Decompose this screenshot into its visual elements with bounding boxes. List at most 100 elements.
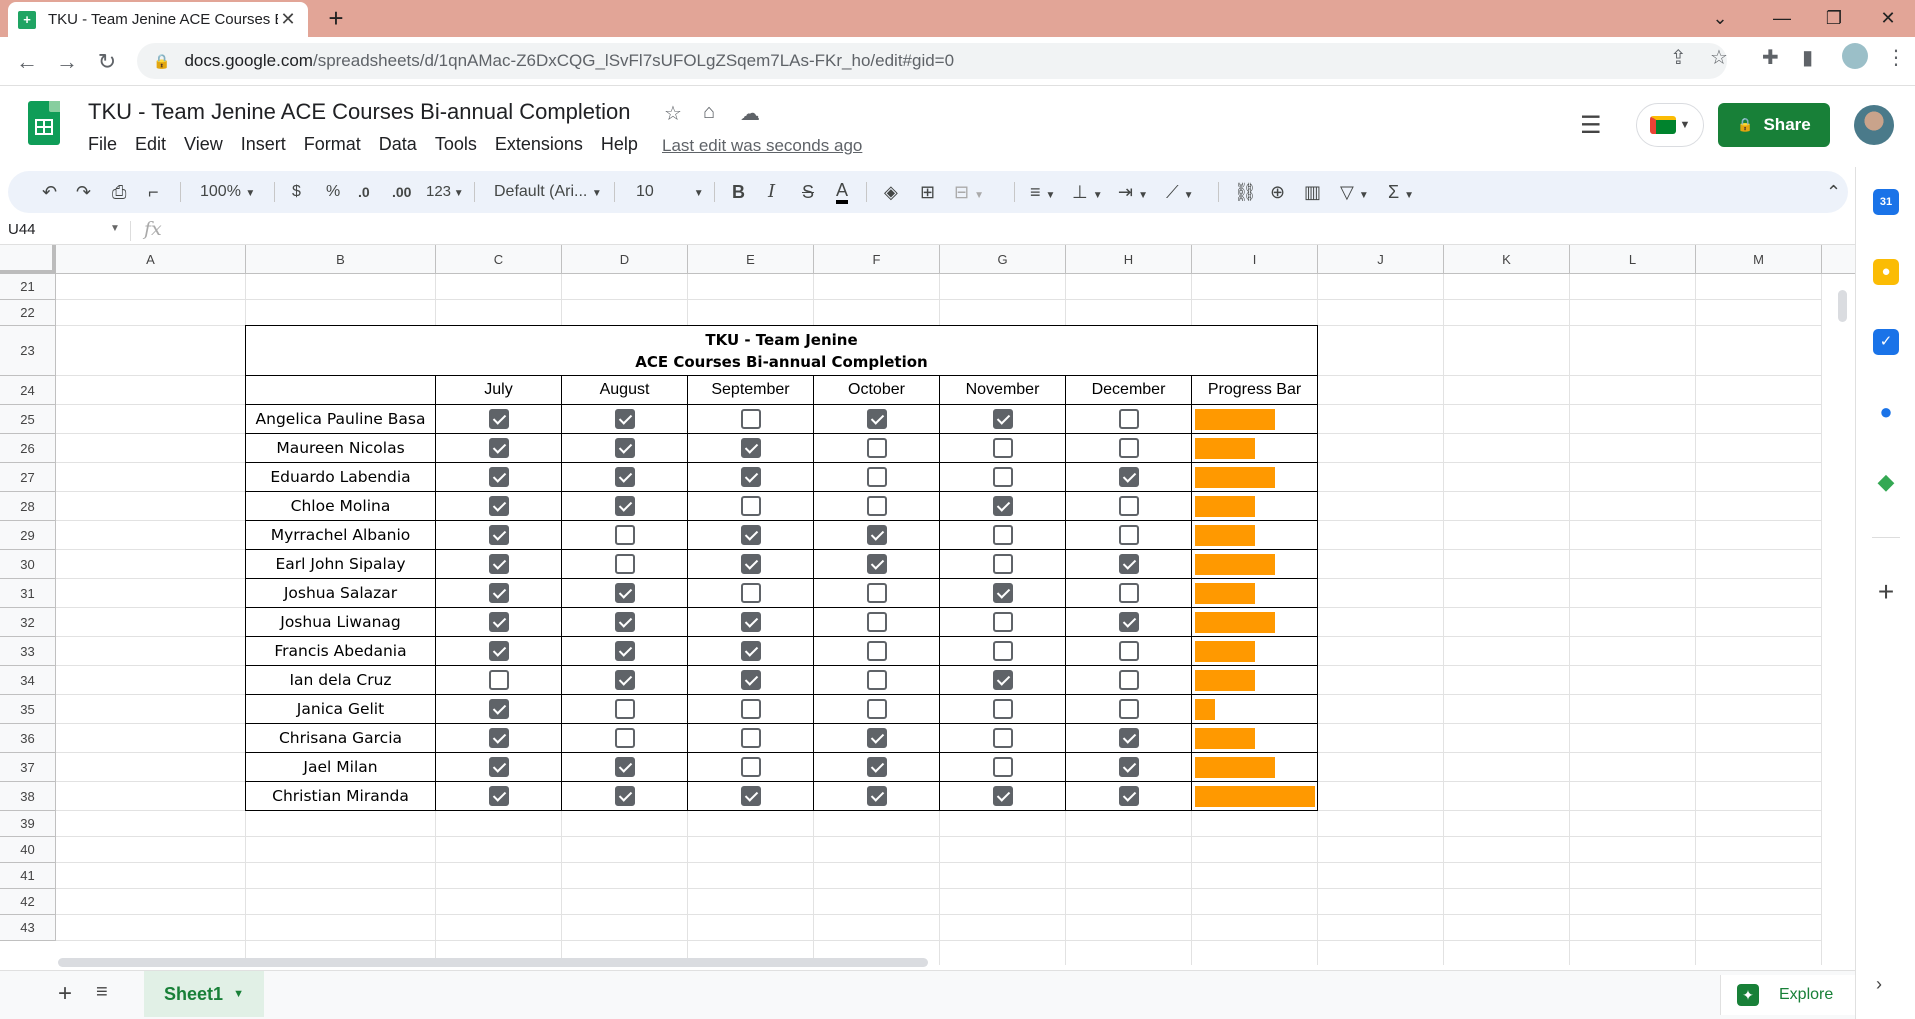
checkbox-cell[interactable] (562, 521, 688, 550)
checkbox-checked-icon[interactable] (1118, 728, 1139, 748)
checkbox-unchecked-icon[interactable] (1118, 641, 1139, 661)
progress-cell[interactable] (1192, 753, 1318, 782)
checkbox-checked-icon[interactable] (488, 757, 509, 777)
progress-cell[interactable] (1192, 637, 1318, 666)
checkbox-unchecked-icon[interactable] (614, 728, 635, 748)
checkbox-unchecked-icon[interactable] (866, 467, 887, 487)
checkbox-cell[interactable] (1066, 666, 1192, 695)
checkbox-checked-icon[interactable] (740, 554, 761, 574)
checkbox-cell[interactable] (940, 492, 1066, 521)
sheet-tab-sheet1[interactable]: Sheet1 ▼ (144, 971, 264, 1017)
vertical-scrollbar[interactable] (1838, 290, 1847, 322)
merge-cells-icon[interactable]: ⊟ ▼ (954, 180, 984, 204)
progress-cell[interactable] (1192, 521, 1318, 550)
progress-cell[interactable] (1192, 405, 1318, 434)
tab-search-chevron-icon[interactable]: ⌄ (1700, 4, 1740, 32)
checkbox-checked-icon[interactable] (614, 612, 635, 632)
checkbox-cell[interactable] (688, 492, 814, 521)
checkbox-cell[interactable] (688, 753, 814, 782)
table-title[interactable]: TKU - Team Jenine ACE Courses Bi-annual C… (246, 326, 1318, 376)
checkbox-checked-icon[interactable] (992, 583, 1013, 603)
checkbox-checked-icon[interactable] (488, 409, 509, 429)
checkbox-cell[interactable] (940, 695, 1066, 724)
checkbox-cell[interactable] (562, 608, 688, 637)
checkbox-cell[interactable] (688, 521, 814, 550)
checkbox-checked-icon[interactable] (992, 496, 1013, 516)
paint-format-icon[interactable]: ⌐ (148, 180, 159, 204)
checkbox-cell[interactable] (940, 724, 1066, 753)
checkbox-cell[interactable] (814, 782, 940, 811)
meet-button[interactable]: ▼ (1636, 103, 1704, 147)
progress-cell[interactable] (1192, 666, 1318, 695)
column-header-a[interactable]: A (56, 245, 246, 274)
checkbox-cell[interactable] (814, 695, 940, 724)
month-header-december[interactable]: December (1066, 376, 1192, 405)
insert-link-icon[interactable]: ⛓ (1234, 180, 1257, 204)
checkbox-checked-icon[interactable] (614, 409, 635, 429)
checkbox-unchecked-icon[interactable] (992, 757, 1013, 777)
checkbox-checked-icon[interactable] (1118, 786, 1139, 806)
person-name[interactable]: Myrrachel Albanio (246, 521, 436, 550)
checkbox-cell[interactable] (436, 521, 562, 550)
checkbox-unchecked-icon[interactable] (866, 670, 887, 690)
row-header-36[interactable]: 36 (0, 724, 56, 753)
header-blank[interactable] (246, 376, 436, 405)
person-name[interactable]: Maureen Nicolas (246, 434, 436, 463)
all-sheets-icon[interactable]: ≡ (96, 981, 108, 1004)
checkbox-cell[interactable] (1066, 637, 1192, 666)
checkbox-cell[interactable] (436, 550, 562, 579)
checkbox-cell[interactable] (814, 434, 940, 463)
vertical-align-icon[interactable]: ⊥ ▼ (1072, 180, 1103, 204)
checkbox-cell[interactable] (436, 608, 562, 637)
person-name[interactable]: Jael Milan (246, 753, 436, 782)
menu-view[interactable]: View (184, 134, 223, 155)
checkbox-cell[interactable] (814, 724, 940, 753)
checkbox-cell[interactable] (562, 666, 688, 695)
checkbox-checked-icon[interactable] (740, 525, 761, 545)
checkbox-checked-icon[interactable] (866, 525, 887, 545)
maps-icon[interactable]: ◆ (1873, 469, 1899, 495)
checkbox-cell[interactable] (436, 753, 562, 782)
checkbox-cell[interactable] (1066, 608, 1192, 637)
checkbox-cell[interactable] (562, 695, 688, 724)
checkbox-unchecked-icon[interactable] (740, 699, 761, 719)
person-name[interactable]: Joshua Liwanag (246, 608, 436, 637)
checkbox-checked-icon[interactable] (866, 409, 887, 429)
checkbox-unchecked-icon[interactable] (614, 699, 635, 719)
checkbox-unchecked-icon[interactable] (992, 699, 1013, 719)
checkbox-cell[interactable] (688, 724, 814, 753)
row-header-30[interactable]: 30 (0, 550, 56, 579)
checkbox-cell[interactable] (940, 521, 1066, 550)
month-header-july[interactable]: July (436, 376, 562, 405)
row-header-33[interactable]: 33 (0, 637, 56, 666)
forward-arrow-icon[interactable]: → (52, 47, 82, 77)
column-header-j[interactable]: J (1318, 245, 1444, 274)
checkbox-unchecked-icon[interactable] (992, 612, 1013, 632)
url-bar[interactable]: 🔒 docs.google.com/spreadsheets/d/1qnAMac… (137, 43, 1727, 79)
select-all-corner[interactable] (0, 245, 56, 274)
checkbox-cell[interactable] (940, 550, 1066, 579)
text-color-button[interactable]: A (836, 180, 849, 204)
checkbox-cell[interactable] (562, 753, 688, 782)
checkbox-cell[interactable] (814, 753, 940, 782)
checkbox-checked-icon[interactable] (1118, 467, 1139, 487)
checkbox-cell[interactable] (562, 724, 688, 753)
checkbox-cell[interactable] (688, 463, 814, 492)
account-avatar[interactable] (1854, 105, 1894, 145)
checkbox-checked-icon[interactable] (740, 467, 761, 487)
checkbox-checked-icon[interactable] (614, 438, 635, 458)
functions-icon[interactable]: Σ ▼ (1388, 180, 1414, 204)
checkbox-unchecked-icon[interactable] (866, 583, 887, 603)
print-icon[interactable]: ⎙ (112, 180, 126, 204)
person-name[interactable]: Chrisana Garcia (246, 724, 436, 753)
row-header-21[interactable]: 21 (0, 274, 56, 300)
column-header-k[interactable]: K (1444, 245, 1570, 274)
checkbox-checked-icon[interactable] (740, 641, 761, 661)
row-header-40[interactable]: 40 (0, 837, 56, 863)
checkbox-cell[interactable] (1066, 724, 1192, 753)
checkbox-unchecked-icon[interactable] (740, 496, 761, 516)
checkbox-checked-icon[interactable] (488, 438, 509, 458)
checkbox-checked-icon[interactable] (992, 409, 1013, 429)
name-box[interactable]: U44 (8, 221, 36, 238)
checkbox-cell[interactable] (688, 550, 814, 579)
